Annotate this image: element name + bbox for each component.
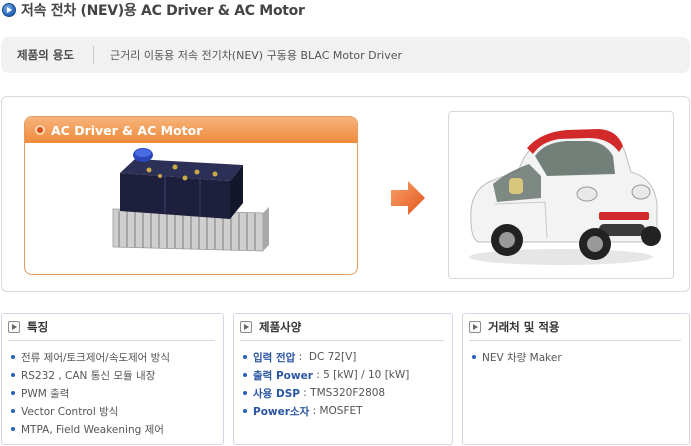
- title-bullet-icon: [2, 3, 16, 17]
- bullet-dot-icon: [11, 391, 15, 395]
- usage-bar: 제품의 용도 근거리 이동용 저속 전기차(NEV) 구동용 BLAC Moto…: [1, 37, 690, 73]
- bullet-dot-icon: [243, 409, 247, 413]
- bullet-dot-icon: [11, 427, 15, 431]
- driver-body: [120, 148, 243, 219]
- spec-separator: :: [299, 387, 311, 399]
- play-icon: [240, 321, 252, 333]
- spec-value: TMS320F2808: [310, 387, 386, 399]
- specs-list: 입력 전압 : DC 72[V] 출력 Power : 5 [kW] / 10 …: [234, 341, 452, 420]
- features-title: 특징: [27, 320, 49, 334]
- spec-separator: :: [312, 369, 324, 381]
- feature-text: 전류 제어/토크제어/속도제어 방식: [21, 351, 170, 364]
- spec-separator: :: [309, 405, 320, 417]
- right-arrow-icon: [391, 181, 425, 215]
- usage-value: 근거리 이동용 저속 전기차(NEV) 구동용 BLAC Motor Drive…: [110, 49, 403, 62]
- bullet-dot-icon: [243, 391, 247, 395]
- features-list: 전류 제어/토크제어/속도제어 방식 RS232 , CAN 통신 모듈 내장 …: [2, 341, 223, 438]
- product-card-header: AC Driver & AC Motor: [25, 117, 357, 143]
- usage-divider: [93, 46, 94, 64]
- customers-box: 거래처 및 적용 NEV 차량 Maker: [462, 313, 690, 445]
- spec-key: Power소자: [253, 405, 310, 418]
- feature-text: MTPA, Field Weakening 제어: [21, 423, 164, 436]
- list-item: Vector Control 방식: [11, 402, 223, 420]
- bullet-dot-icon: [11, 355, 15, 359]
- product-showcase: AC Driver & AC Motor: [1, 96, 690, 292]
- list-item: Power소자 : MOSFET: [243, 402, 452, 420]
- bullet-dot-icon: [11, 409, 15, 413]
- spec-value: MOSFET: [319, 405, 363, 417]
- product-card-title: AC Driver & AC Motor: [51, 122, 203, 138]
- usage-label: 제품의 용도: [17, 48, 74, 62]
- nev-car-image: [469, 129, 661, 265]
- product-card: AC Driver & AC Motor: [24, 116, 358, 275]
- bullet-dot-icon: [243, 373, 247, 377]
- orange-dot-icon: [35, 125, 45, 135]
- specs-box: 제품사양 입력 전압 : DC 72[V] 출력 Power : 5 [kW] …: [233, 313, 453, 445]
- ac-driver-image: [112, 148, 269, 252]
- spec-key: 입력 전압: [253, 351, 296, 364]
- list-item: RS232 , CAN 통신 모듈 내장: [11, 366, 223, 384]
- customers-header: 거래처 및 적용: [463, 314, 689, 340]
- spec-value: DC 72[V]: [308, 351, 357, 363]
- features-header: 특징: [2, 314, 223, 340]
- customer-text: NEV 차량 Maker: [482, 351, 562, 364]
- list-item: MTPA, Field Weakening 제어: [11, 420, 223, 438]
- play-icon: [8, 321, 20, 333]
- list-item: 사용 DSP : TMS320F2808: [243, 384, 452, 402]
- play-icon: [469, 321, 481, 333]
- spec-key: 사용 DSP: [253, 387, 300, 400]
- spec-value: 5 [kW] / 10 [kW]: [323, 369, 410, 381]
- list-item: 출력 Power : 5 [kW] / 10 [kW]: [243, 366, 452, 384]
- features-box: 특징 전류 제어/토크제어/속도제어 방식 RS232 , CAN 통신 모듈 …: [1, 313, 224, 445]
- specs-title: 제품사양: [259, 320, 302, 334]
- list-item: NEV 차량 Maker: [472, 348, 689, 366]
- feature-text: RS232 , CAN 통신 모듈 내장: [21, 369, 156, 382]
- list-item: 전류 제어/토크제어/속도제어 방식: [11, 348, 223, 366]
- spec-separator: :: [295, 351, 309, 363]
- feature-text: Vector Control 방식: [21, 405, 119, 418]
- list-item: 입력 전압 : DC 72[V]: [243, 348, 452, 366]
- customers-title: 거래처 및 적용: [488, 320, 560, 334]
- bullet-dot-icon: [472, 355, 476, 359]
- customers-list: NEV 차량 Maker: [463, 341, 689, 366]
- nev-car-image-frame: [448, 111, 674, 279]
- feature-text: PWM 출력: [21, 387, 70, 400]
- page-title-text: 저속 전차 (NEV)용 AC Driver & AC Motor: [21, 3, 305, 19]
- list-item: PWM 출력: [11, 384, 223, 402]
- page-title: 저속 전차 (NEV)용 AC Driver & AC Motor: [0, 0, 305, 20]
- bullet-dot-icon: [243, 355, 247, 359]
- spec-key: 출력 Power: [253, 369, 313, 382]
- bullet-dot-icon: [11, 373, 15, 377]
- specs-header: 제품사양: [234, 314, 452, 340]
